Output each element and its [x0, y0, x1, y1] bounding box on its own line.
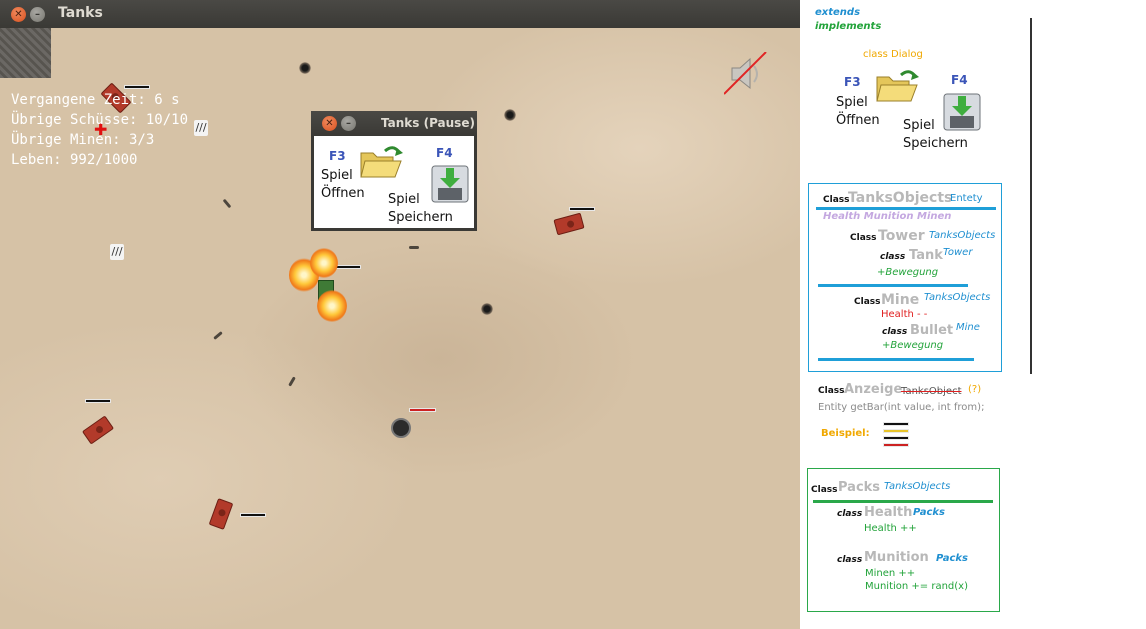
munition-member-1: Minen ++ — [865, 568, 916, 579]
mine-divider — [818, 358, 974, 361]
tower-health-bar — [409, 408, 436, 412]
save-key: F4 — [436, 146, 453, 160]
mine-kw: Class — [854, 297, 881, 307]
anzeige-parent: TanksObject — [901, 386, 962, 397]
munition-kw: class — [837, 555, 863, 565]
folder-open-icon — [876, 70, 919, 102]
tower-parent: TanksObjects — [929, 230, 996, 241]
tank-health-bar — [569, 207, 595, 211]
mine-pack-icon: /// — [194, 120, 208, 136]
open-label-1[interactable]: Spiel — [321, 168, 353, 184]
save-label-2[interactable]: Speichern — [388, 210, 453, 226]
health-kw: class — [837, 509, 863, 519]
floppy-disk-icon — [943, 93, 981, 131]
tanksobjects-children: Health Munition Minen — [823, 211, 952, 222]
stone-tile — [0, 28, 51, 78]
anzeige-note: (?) — [968, 384, 982, 395]
tower-name: Tower — [878, 228, 925, 244]
save-label-1[interactable]: Spiel — [388, 192, 420, 208]
tank-health-bar — [124, 85, 150, 89]
bullet-name: Bullet — [910, 323, 954, 338]
munition-member-2: Munition += rand(x) — [865, 581, 968, 592]
window-titlebar: ✕ – Tanks — [0, 0, 800, 28]
tower-divider — [818, 284, 968, 287]
tanksobjects-divider — [816, 207, 996, 210]
bullet-kw: class — [882, 327, 908, 337]
dialog-open-label-2: Öffnen — [836, 113, 880, 128]
example-bar — [883, 422, 909, 426]
minimize-icon[interactable]: – — [30, 7, 45, 22]
tanksobjects-parent: Entety — [950, 193, 983, 204]
close-icon[interactable]: ✕ — [11, 7, 26, 22]
pause-dialog: ✕ – Tanks (Pause) F3 Spiel Öffnen F4 Spi… — [311, 111, 477, 231]
munition-parent: Packs — [936, 553, 968, 564]
example-bar — [883, 443, 909, 447]
legend-implements: implements — [815, 21, 882, 32]
legend-extends: extends — [815, 7, 861, 18]
pause-title: Tanks (Pause) — [381, 116, 475, 130]
impact-hole — [504, 109, 516, 121]
hud: Vergangene Zeit: 6 s Übrige Schüsse: 10/… — [11, 90, 188, 170]
dialog-open-key: F3 — [844, 75, 861, 89]
dialog-save-label-1: Spiel — [903, 118, 935, 133]
tank-parent: Tower — [943, 247, 973, 258]
bullet-member: +Bewegung — [882, 340, 944, 351]
open-key: F3 — [329, 149, 346, 163]
tank-kw: class — [880, 252, 906, 262]
mine-member: Health - - — [881, 309, 928, 320]
packs-kw: Class — [811, 485, 838, 495]
tanksobjects-name: TanksObjects — [848, 190, 953, 206]
separator-line — [1030, 18, 1032, 374]
floppy-disk-icon[interactable] — [430, 164, 470, 204]
window-title: Tanks — [58, 5, 103, 21]
minimize-icon[interactable]: – — [341, 116, 356, 131]
packs-parent: TanksObjects — [884, 481, 951, 492]
pause-titlebar: ✕ – Tanks (Pause) — [311, 111, 477, 136]
tank-health-bar — [240, 513, 266, 517]
impact-hole — [299, 62, 311, 74]
explosion — [317, 290, 347, 322]
example-bar — [883, 429, 909, 433]
tanksobjects-kw: Class — [823, 195, 850, 205]
mine-pack-icon: /// — [110, 244, 124, 260]
dialog-class-title: class Dialog — [863, 49, 923, 60]
game-window: ✕ – Tanks /// /// ✚ Vergangene Zeit: 6 s… — [0, 0, 800, 629]
packs-name: Packs — [838, 480, 881, 495]
tank-health-bar — [85, 399, 111, 403]
impact-hole — [481, 303, 493, 315]
example-bar — [883, 436, 909, 440]
close-icon[interactable]: ✕ — [322, 116, 337, 131]
explosion — [310, 248, 338, 278]
health-member: Health ++ — [864, 523, 917, 534]
anzeige-name: Anzeige — [844, 382, 903, 397]
folder-open-icon[interactable] — [359, 145, 403, 179]
tower — [391, 418, 411, 438]
tank-name: Tank — [909, 248, 943, 263]
anzeige-example-label: Beispiel: — [821, 428, 870, 439]
dialog-open-label-1: Spiel — [836, 95, 868, 110]
bullet-parent: Mine — [956, 322, 980, 333]
tower-kw: Class — [850, 233, 877, 243]
hud-life: Leben: 992/1000 — [11, 152, 138, 168]
hud-mines: Übrige Minen: 3/3 — [11, 132, 155, 148]
munition-name: Munition — [864, 550, 929, 565]
health-name: Health — [864, 505, 913, 520]
bullet — [409, 246, 419, 249]
tank-member: +Bewegung — [877, 267, 939, 278]
hud-shots: Übrige Schüsse: 10/10 — [11, 112, 189, 128]
dialog-save-key: F4 — [951, 73, 968, 87]
mine-parent: TanksObjects — [924, 292, 991, 303]
muted-speaker-icon[interactable] — [724, 52, 768, 96]
dialog-save-label-2: Speichern — [903, 136, 968, 151]
open-label-2[interactable]: Öffnen — [321, 186, 365, 202]
mine-name: Mine — [881, 292, 920, 308]
hud-elapsed: Vergangene Zeit: 6 s — [11, 92, 180, 108]
player-health-bar — [335, 265, 361, 269]
packs-divider — [813, 500, 993, 503]
anzeige-method: Entity getBar(int value, int from); — [818, 402, 985, 413]
anzeige-kw: Class — [818, 386, 845, 396]
health-parent: Packs — [913, 507, 945, 518]
